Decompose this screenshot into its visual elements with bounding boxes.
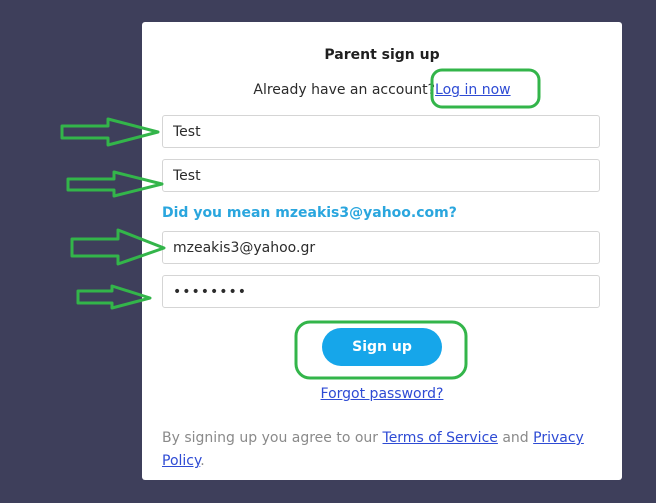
email-field[interactable] [162,231,600,264]
right-arrow-icon [76,284,152,310]
terms-suffix: . [200,453,205,469]
signup-card: Parent sign up Already have an account?L… [142,22,622,480]
terms-and: and [502,430,529,446]
terms-prefix: By signing up you agree to our [162,430,379,446]
email-suggestion-link[interactable]: Did you mean mzeakis3@yahoo.com? [162,205,457,221]
login-prompt: Already have an account?Log in now [142,82,622,98]
forgot-password-link[interactable]: Forgot password? [142,386,622,402]
first-name-field[interactable] [162,115,600,148]
password-field[interactable] [162,275,600,308]
terms-of-service-link[interactable]: Terms of Service [383,430,498,446]
signup-button[interactable]: Sign up [322,328,442,366]
page-title: Parent sign up [324,47,440,63]
login-prompt-text: Already have an account? [253,82,436,98]
terms-text: By signing up you agree to our Terms of … [162,427,602,473]
last-name-field[interactable] [162,159,600,192]
login-link[interactable]: Log in now [435,82,511,98]
page: Parent sign up Already have an account?L… [0,0,656,503]
